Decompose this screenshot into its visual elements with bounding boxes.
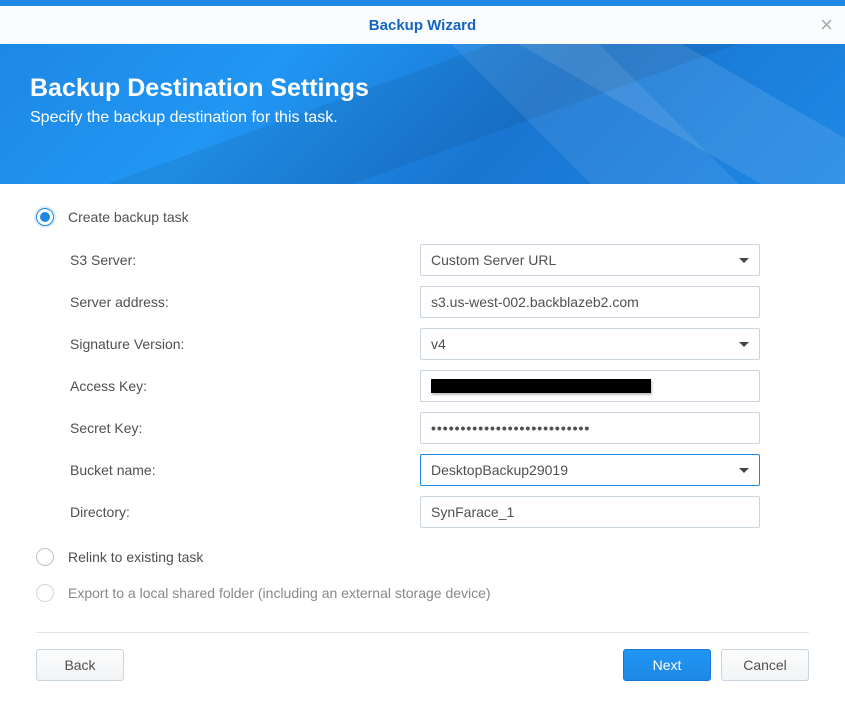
label-directory: Directory:	[70, 504, 420, 520]
cancel-button[interactable]: Cancel	[721, 649, 809, 681]
input-directory[interactable]: SynFarace_1	[420, 496, 760, 528]
select-bucket[interactable]: DesktopBackup29019	[420, 454, 760, 486]
radio-export[interactable]	[36, 584, 54, 602]
label-server-address: Server address:	[70, 294, 420, 310]
option-relink-row[interactable]: Relink to existing task	[36, 548, 809, 566]
input-secret-key[interactable]: •••••••••••••••••••••••••••	[420, 412, 760, 444]
chevron-down-icon	[739, 468, 749, 473]
input-directory-value: SynFarace_1	[431, 504, 514, 520]
radio-create-backup[interactable]	[36, 208, 54, 226]
row-signature: Signature Version: v4	[70, 328, 809, 360]
select-signature[interactable]: v4	[420, 328, 760, 360]
close-icon[interactable]: ×	[820, 14, 833, 36]
option-export-label: Export to a local shared folder (includi…	[68, 585, 491, 601]
next-button[interactable]: Next	[623, 649, 711, 681]
label-bucket: Bucket name:	[70, 462, 420, 478]
title-bar: Backup Wizard ×	[0, 6, 845, 44]
option-export-row[interactable]: Export to a local shared folder (includi…	[36, 584, 809, 602]
option-create-backup-row[interactable]: Create backup task	[36, 208, 809, 226]
row-bucket: Bucket name: DesktopBackup29019	[70, 454, 809, 486]
option-relink-label: Relink to existing task	[68, 549, 203, 565]
window-title: Backup Wizard	[369, 17, 476, 34]
input-secret-key-value: •••••••••••••••••••••••••••	[431, 420, 590, 436]
select-signature-value: v4	[431, 336, 446, 352]
chevron-down-icon	[739, 258, 749, 263]
row-server-address: Server address: s3.us-west-002.backblaze…	[70, 286, 809, 318]
label-secret-key: Secret Key:	[70, 420, 420, 436]
select-bucket-value: DesktopBackup29019	[431, 462, 568, 478]
banner: Backup Destination Settings Specify the …	[0, 44, 845, 184]
input-server-address-value: s3.us-west-002.backblazeb2.com	[431, 294, 639, 310]
banner-subheading: Specify the backup destination for this …	[30, 109, 815, 127]
option-create-label: Create backup task	[68, 209, 189, 225]
radio-relink[interactable]	[36, 548, 54, 566]
row-s3-server: S3 Server: Custom Server URL	[70, 244, 809, 276]
input-access-key[interactable]	[420, 370, 760, 402]
redacted-access-key	[431, 379, 651, 393]
row-secret-key: Secret Key: •••••••••••••••••••••••••••	[70, 412, 809, 444]
row-directory: Directory: SynFarace_1	[70, 496, 809, 528]
label-signature: Signature Version:	[70, 336, 420, 352]
content-area: Create backup task S3 Server: Custom Ser…	[0, 184, 845, 602]
chevron-down-icon	[739, 342, 749, 347]
footer: Back Next Cancel	[0, 633, 845, 697]
label-access-key: Access Key:	[70, 378, 420, 394]
back-button[interactable]: Back	[36, 649, 124, 681]
form-grid: S3 Server: Custom Server URL Server addr…	[70, 244, 809, 528]
banner-heading: Backup Destination Settings	[30, 74, 815, 103]
select-s3-server[interactable]: Custom Server URL	[420, 244, 760, 276]
input-server-address[interactable]: s3.us-west-002.backblazeb2.com	[420, 286, 760, 318]
select-s3-server-value: Custom Server URL	[431, 252, 556, 268]
label-s3-server: S3 Server:	[70, 252, 420, 268]
footer-right: Next Cancel	[623, 649, 809, 681]
row-access-key: Access Key:	[70, 370, 809, 402]
